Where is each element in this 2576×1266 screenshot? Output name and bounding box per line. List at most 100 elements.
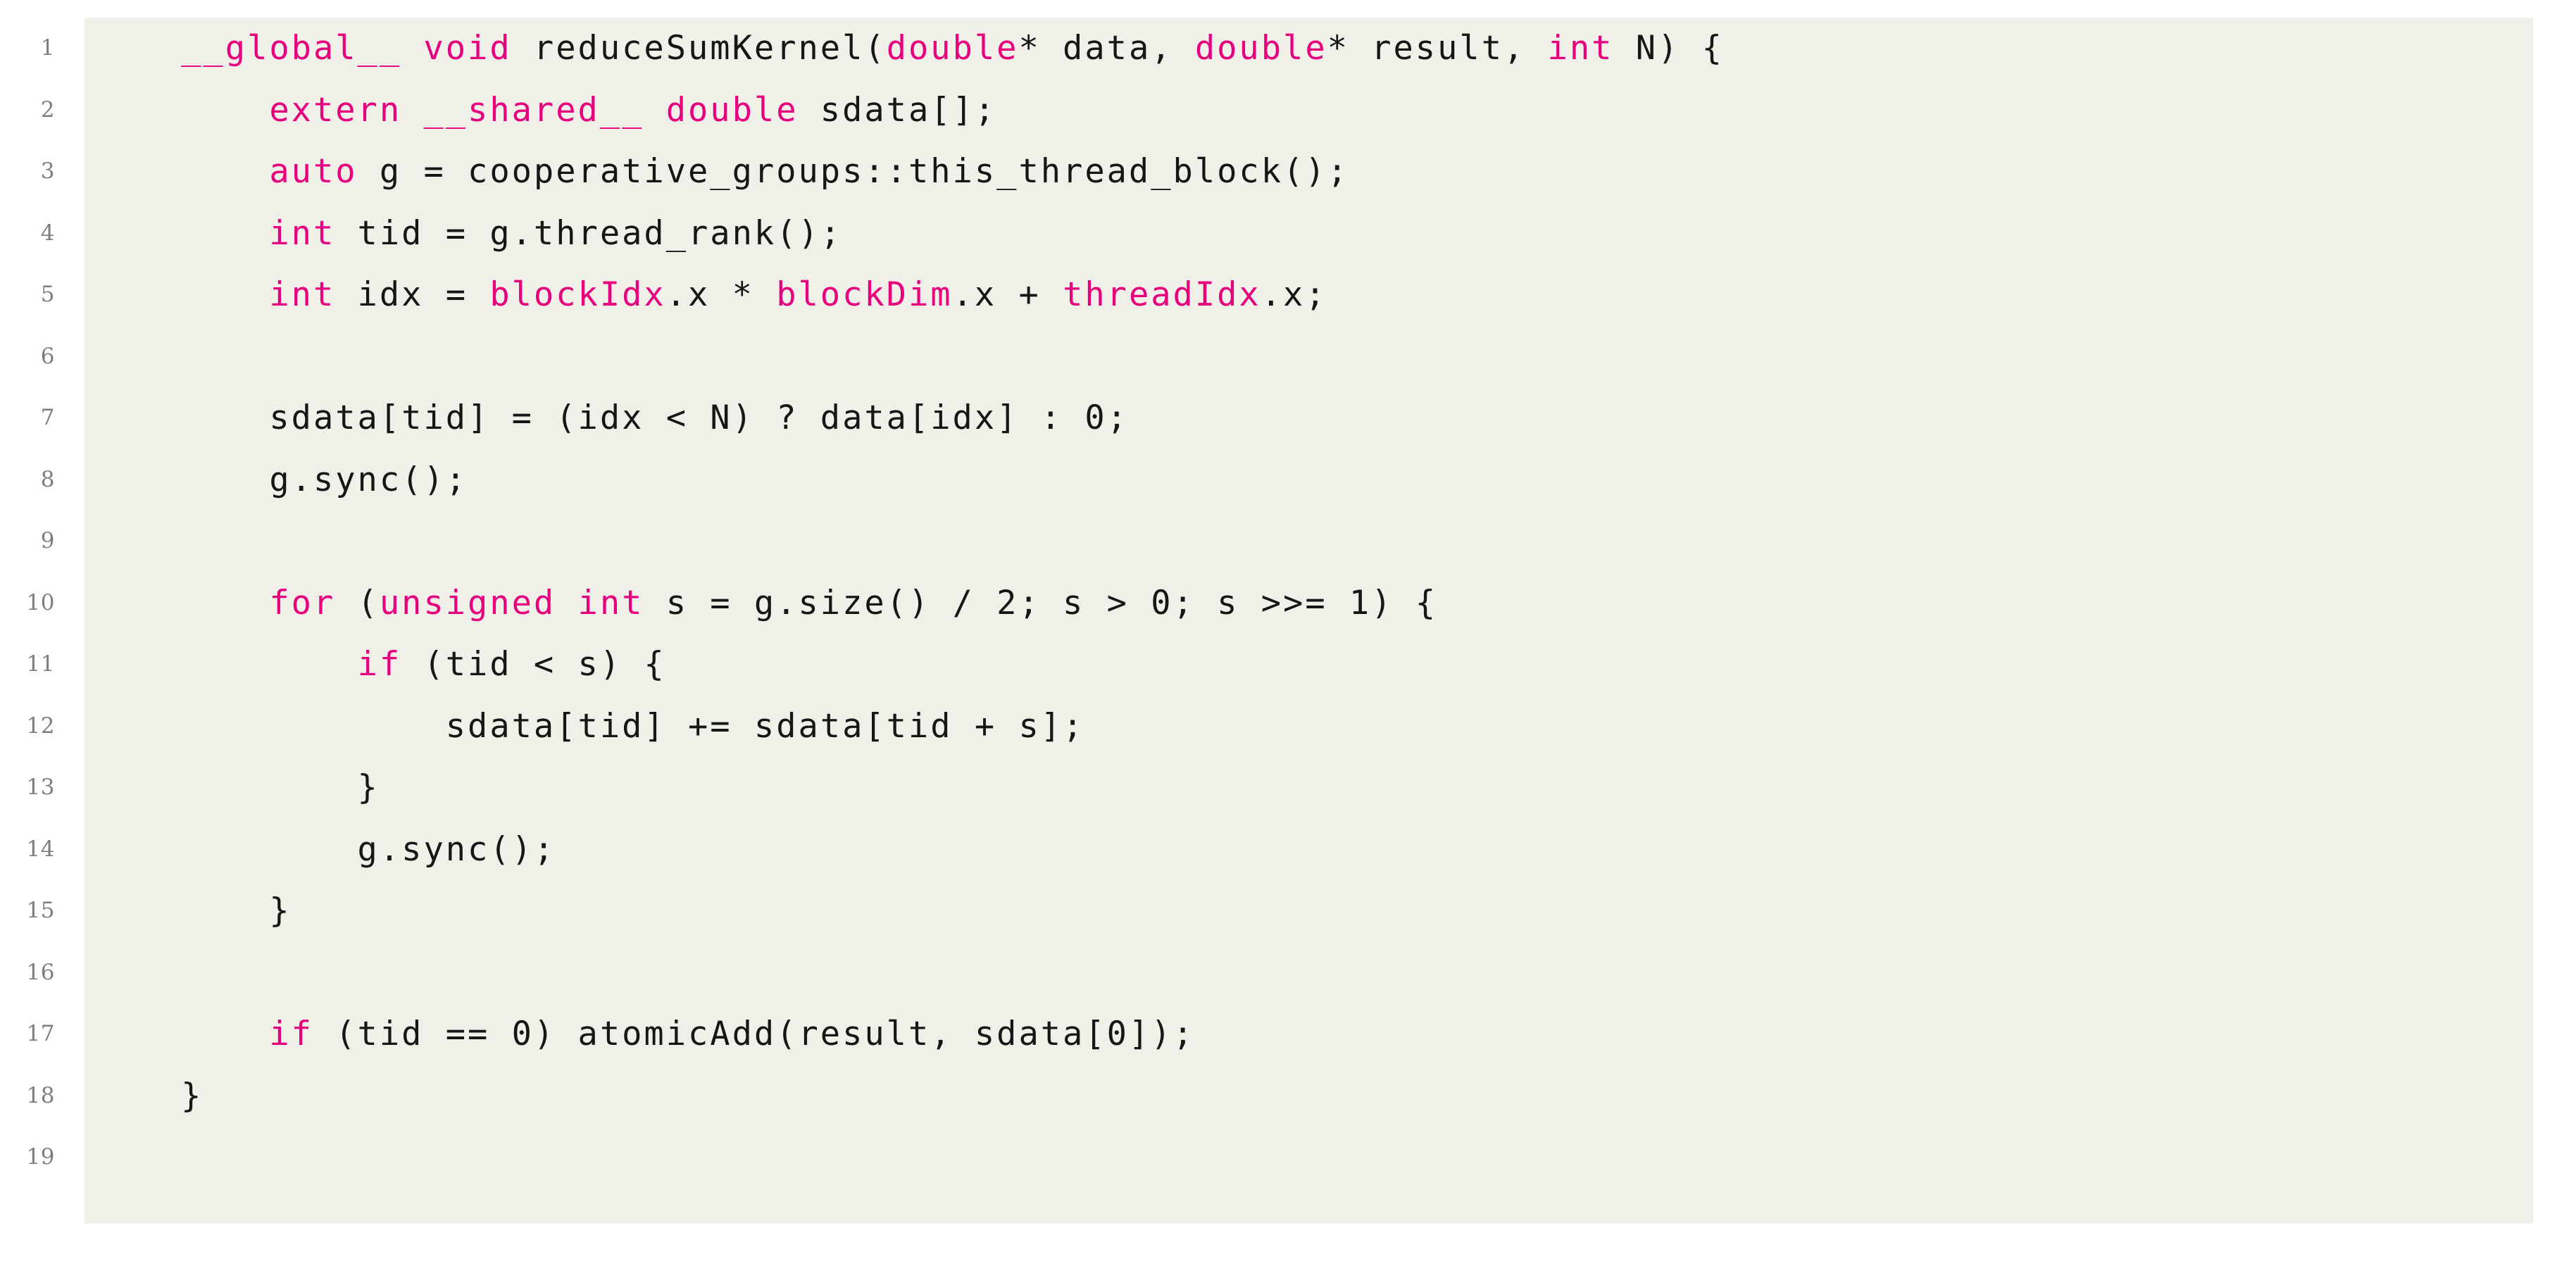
- code-text: sdata[tid] += sdata[tid + s];: [93, 696, 1084, 758]
- line-number: 17: [26, 1021, 55, 1046]
- keyword-token: auto: [269, 152, 358, 191]
- plain-token: .x;: [1261, 275, 1327, 314]
- code-text: if (tid < s) {: [93, 634, 666, 696]
- keyword-token: double: [665, 90, 799, 130]
- line-number: 12: [26, 713, 55, 739]
- keyword-token: __shared__: [423, 90, 644, 130]
- line-number: 5: [40, 282, 55, 307]
- keyword-token: void: [423, 29, 512, 68]
- code-line: 2 extern __shared__ double sdata[];: [0, 80, 2576, 142]
- keyword-token: int: [1547, 29, 1614, 68]
- code-listing: 1 __global__ void reduceSumKernel(double…: [0, 0, 2576, 1266]
- code-line: 15 }: [0, 880, 2576, 942]
- code-text: if (tid == 0) atomicAdd(result, sdata[0]…: [93, 1003, 1195, 1065]
- line-number: 19: [26, 1144, 55, 1170]
- code-rows: 1 __global__ void reduceSumKernel(double…: [0, 18, 2576, 1189]
- code-text: __global__ void reduceSumKernel(double* …: [93, 18, 1724, 80]
- code-text: for (unsigned int s = g.size() / 2; s > …: [93, 572, 1437, 634]
- line-number: 10: [26, 589, 55, 615]
- code-text: int tid = g.thread_rank();: [93, 203, 842, 265]
- plain-token: (tid < s) {: [401, 645, 666, 684]
- line-number: 13: [26, 775, 55, 800]
- plain-token: idx =: [335, 275, 490, 314]
- code-text: g.sync();: [93, 819, 556, 881]
- code-line: 5 int idx = blockIdx.x * blockDim.x + th…: [0, 264, 2576, 326]
- line-number: 16: [26, 959, 55, 985]
- plain-token: (tid == 0) atomicAdd(result, sdata[0]);: [313, 1015, 1195, 1053]
- code-text: }: [93, 1065, 203, 1127]
- keyword-token: __global__: [181, 29, 402, 68]
- code-line: 16: [0, 942, 2576, 1004]
- code-line: 14 g.sync();: [0, 819, 2576, 881]
- plain-token: g.sync();: [93, 460, 468, 499]
- plain-token: }: [93, 1076, 204, 1115]
- keyword-token: double: [1194, 29, 1327, 68]
- plain-token: (: [335, 583, 380, 622]
- code-text: }: [93, 880, 292, 942]
- code-text: g.sync();: [93, 449, 468, 511]
- code-line: 18 }: [0, 1065, 2576, 1127]
- keyword-token: int: [269, 275, 336, 314]
- code-line: 12 sdata[tid] += sdata[tid + s];: [0, 696, 2576, 758]
- plain-token: g.sync();: [93, 829, 556, 869]
- line-number: 15: [26, 898, 55, 923]
- keyword-token: if: [357, 645, 402, 684]
- plain-token: }: [93, 768, 380, 807]
- keyword-token: if: [269, 1015, 313, 1053]
- keyword-token: unsigned: [379, 583, 556, 622]
- line-number: 18: [26, 1082, 55, 1108]
- code-line: 11 if (tid < s) {: [0, 634, 2576, 696]
- keyword-token: extern: [269, 90, 402, 130]
- plain-token: s = g.size() / 2; s > 0; s >>= 1) {: [644, 583, 1438, 622]
- code-line: 10 for (unsigned int s = g.size() / 2; s…: [0, 572, 2576, 634]
- code-text: }: [93, 757, 380, 819]
- code-line: 8 g.sync();: [0, 449, 2576, 511]
- code-line: 17 if (tid == 0) atomicAdd(result, sdata…: [0, 1003, 2576, 1065]
- plain-token: * result,: [1327, 29, 1548, 68]
- code-line: 19: [0, 1127, 2576, 1189]
- code-text: extern __shared__ double sdata[];: [93, 80, 996, 142]
- line-number: 2: [40, 96, 55, 123]
- plain-token: * data,: [1018, 29, 1195, 68]
- line-number: 7: [40, 405, 55, 430]
- plain-token: g = cooperative_groups::this_thread_bloc…: [357, 152, 1349, 191]
- code-text: sdata[tid] = (idx < N) ? data[idx] : 0;: [93, 387, 1129, 449]
- plain-token: }: [93, 891, 292, 930]
- code-line: 9: [0, 510, 2576, 572]
- plain-token: sdata[];: [798, 90, 997, 130]
- code-line: 6: [0, 326, 2576, 388]
- line-number: 8: [40, 466, 55, 492]
- plain-token: tid = g.thread_rank();: [335, 213, 843, 253]
- plain-token: .x *: [665, 275, 777, 314]
- code-line: 4 int tid = g.thread_rank();: [0, 203, 2576, 265]
- keyword-token: double: [886, 29, 1019, 68]
- plain-token: sdata[tid] += sdata[tid + s];: [93, 706, 1085, 746]
- plain-token: sdata[tid] = (idx < N) ? data[idx] : 0;: [93, 399, 1129, 437]
- plain-token: .x +: [952, 275, 1063, 314]
- line-number: 6: [40, 343, 55, 369]
- keyword-token: int: [577, 583, 644, 622]
- keyword-token: for: [269, 583, 336, 622]
- plain-token: reduceSumKernel(: [511, 29, 887, 68]
- keyword-token: int: [269, 213, 336, 253]
- line-number: 11: [26, 651, 55, 677]
- plain-token: N) {: [1613, 29, 1724, 68]
- line-number: 9: [40, 528, 55, 553]
- code-text: int idx = blockIdx.x * blockDim.x + thre…: [93, 264, 1327, 326]
- keyword-token: threadIdx: [1063, 275, 1261, 314]
- line-number: 14: [26, 836, 55, 862]
- line-number: 3: [40, 158, 55, 184]
- code-line: 1 __global__ void reduceSumKernel(double…: [0, 18, 2576, 80]
